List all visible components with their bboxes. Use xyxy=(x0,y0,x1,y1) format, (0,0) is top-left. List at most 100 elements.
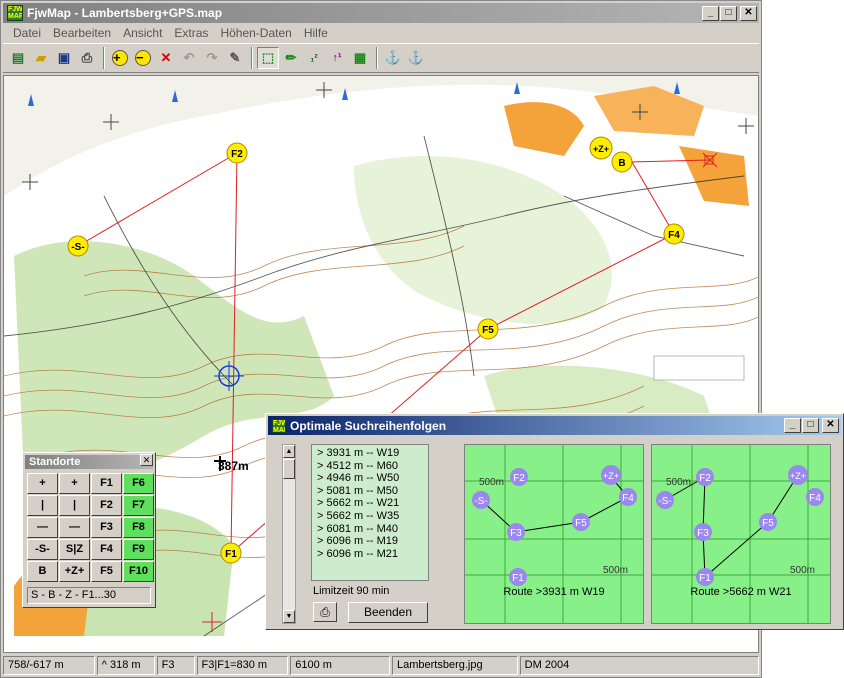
zoom-in-icon[interactable]: + xyxy=(109,47,131,69)
status-bar: 758/-617 m ^ 318 m F3 F3|F1=830 m 6100 m… xyxy=(3,656,759,676)
palette-cell[interactable]: — xyxy=(59,517,90,538)
svg-text:-S-: -S- xyxy=(71,242,84,253)
menu-hilfe[interactable]: Hilfe xyxy=(298,26,334,40)
menu-datei[interactable]: Datei xyxy=(7,26,47,40)
palette-cell[interactable]: F3 xyxy=(91,517,122,538)
sort-up-icon[interactable]: ↑¹ xyxy=(326,47,348,69)
maximize-icon[interactable]: □ xyxy=(802,418,819,433)
title-bar[interactable]: FJW MAP FjwMap - Lambertsberg+GPS.map _ … xyxy=(3,3,759,23)
redo-icon[interactable]: ↷ xyxy=(201,47,223,69)
status-control: F3 xyxy=(156,656,195,675)
list-item[interactable]: > 5662 m -- W35 xyxy=(317,510,423,523)
minimize-icon[interactable]: _ xyxy=(702,5,719,21)
control-f2[interactable]: F2 xyxy=(226,142,248,164)
palette-cell[interactable]: B xyxy=(27,561,58,582)
svg-text:500m: 500m xyxy=(790,565,815,576)
palette-title[interactable]: Standorte xyxy=(25,455,153,469)
list-item[interactable]: > 3931 m -- W19 xyxy=(317,447,423,460)
route-dialog: FJW MAP Optimale Suchreihenfolgen _ □ ✕ … xyxy=(265,413,844,630)
palette-cell[interactable]: | xyxy=(59,495,90,516)
anchor-right-icon[interactable]: ⚓ xyxy=(405,47,427,69)
route-1-label: Route >3931 m W19 xyxy=(503,586,605,598)
control-f5[interactable]: F5 xyxy=(477,318,499,340)
close-icon[interactable]: ✕ xyxy=(740,5,757,21)
svg-text:B: B xyxy=(618,158,625,169)
palette-cell[interactable]: F1 xyxy=(91,473,122,494)
palette-cell[interactable]: F6 xyxy=(123,473,154,494)
svg-text:F5: F5 xyxy=(762,518,774,529)
list-item[interactable]: > 4946 m -- W50 xyxy=(317,472,423,485)
palette-cell[interactable]: | xyxy=(27,495,58,516)
end-button[interactable]: Beenden xyxy=(348,602,428,623)
results-list[interactable]: > 3931 m -- W19 > 4512 m -- M60 > 4946 m… xyxy=(311,444,429,581)
close-icon[interactable]: ✕ xyxy=(140,454,153,466)
svg-text:F2: F2 xyxy=(231,149,243,160)
undo-icon[interactable]: ↶ xyxy=(178,47,200,69)
dialog-app-icon: FJW MAP xyxy=(272,418,286,433)
distance-marker: 387m xyxy=(214,456,249,473)
palette-cell[interactable]: -S- xyxy=(27,539,58,560)
print-button[interactable]: ⎙ xyxy=(313,602,337,622)
print-icon[interactable]: ⎙ xyxy=(76,47,98,69)
svg-text:+Z+: +Z+ xyxy=(790,471,806,481)
svg-text:F4: F4 xyxy=(668,230,680,241)
scroll-thumb[interactable] xyxy=(283,459,295,479)
close-icon[interactable]: ✕ xyxy=(822,418,839,433)
save-disk-icon[interactable]: ▣ xyxy=(53,47,75,69)
svg-text:-S-: -S- xyxy=(658,496,671,507)
sort-numbers-icon[interactable]: ₁² xyxy=(303,47,325,69)
status-altitude: ^ 318 m xyxy=(96,656,155,675)
control-b[interactable]: B xyxy=(611,151,633,173)
zoom-out-icon[interactable]: − xyxy=(132,47,154,69)
menu-extras[interactable]: Extras xyxy=(168,26,214,40)
svg-text:F4: F4 xyxy=(809,493,821,504)
palette-cell[interactable]: F7 xyxy=(123,495,154,516)
list-item[interactable]: > 5081 m -- M50 xyxy=(317,485,423,498)
anchor-left-icon[interactable]: ⚓ xyxy=(382,47,404,69)
status-coordinates: 758/-617 m xyxy=(3,656,95,675)
palette-cell[interactable]: + xyxy=(27,473,58,494)
dialog-title-bar[interactable]: FJW MAP Optimale Suchreihenfolgen _ □ ✕ xyxy=(268,416,841,435)
scroll-down-icon[interactable]: ▼ xyxy=(283,610,295,623)
app-icon: FJW MAP xyxy=(7,5,23,21)
palette-cell[interactable]: — xyxy=(27,517,58,538)
status-leg: F3|F1=830 m xyxy=(196,656,289,675)
control-f4[interactable]: F4 xyxy=(663,223,685,245)
palette-cell[interactable]: F9 xyxy=(123,539,154,560)
control-start[interactable]: -S- xyxy=(67,235,89,257)
minimize-icon[interactable]: _ xyxy=(784,418,801,433)
menu-hoehen-daten[interactable]: Höhen-Daten xyxy=(214,26,297,40)
time-limit-label: Limitzeit 90 min xyxy=(313,585,390,597)
palette-cell[interactable]: S|Z xyxy=(59,539,90,560)
palette-cell[interactable]: F8 xyxy=(123,517,154,538)
menu-ansicht[interactable]: Ansicht xyxy=(117,26,168,40)
svg-text:500m: 500m xyxy=(603,565,628,576)
new-file-icon[interactable]: ▤ xyxy=(7,47,29,69)
scroll-up-icon[interactable]: ▲ xyxy=(283,445,295,458)
list-item[interactable]: > 6081 m -- M40 xyxy=(317,523,423,536)
palette-cell[interactable]: F2 xyxy=(91,495,122,516)
edit-pen-icon[interactable]: ✏ xyxy=(280,47,302,69)
palette-cell[interactable]: F10 xyxy=(123,561,154,582)
grid-points-icon[interactable]: ▦ xyxy=(349,47,371,69)
list-item[interactable]: > 5662 m -- W21 xyxy=(317,497,423,510)
list-item[interactable]: > 4512 m -- M60 xyxy=(317,460,423,473)
menu-bearbeiten[interactable]: Bearbeiten xyxy=(47,26,117,40)
list-item[interactable]: > 6096 m -- M21 xyxy=(317,548,423,561)
open-folder-icon[interactable]: ▰ xyxy=(30,47,52,69)
window-title: FjwMap - Lambertsberg+GPS.map xyxy=(27,6,223,20)
svg-text:F2: F2 xyxy=(699,473,711,484)
palette-cell[interactable]: F4 xyxy=(91,539,122,560)
control-finish[interactable]: +Z+ xyxy=(589,136,613,160)
palette-cell[interactable]: F5 xyxy=(91,561,122,582)
control-f1[interactable]: F1 xyxy=(220,542,242,564)
svg-text:+Z+: +Z+ xyxy=(603,471,619,481)
palette-cell[interactable]: + xyxy=(59,473,90,494)
list-item[interactable]: > 6096 m -- M19 xyxy=(317,535,423,548)
vertical-scrollbar[interactable]: ▲ ▼ xyxy=(282,444,296,624)
maximize-icon[interactable]: □ xyxy=(720,5,737,21)
palette-cell[interactable]: +Z+ xyxy=(59,561,90,582)
pencil-ruler-icon[interactable]: ✎ xyxy=(224,47,246,69)
route-icon[interactable]: ⬚ xyxy=(257,47,279,69)
delete-icon[interactable]: ✕ xyxy=(155,47,177,69)
